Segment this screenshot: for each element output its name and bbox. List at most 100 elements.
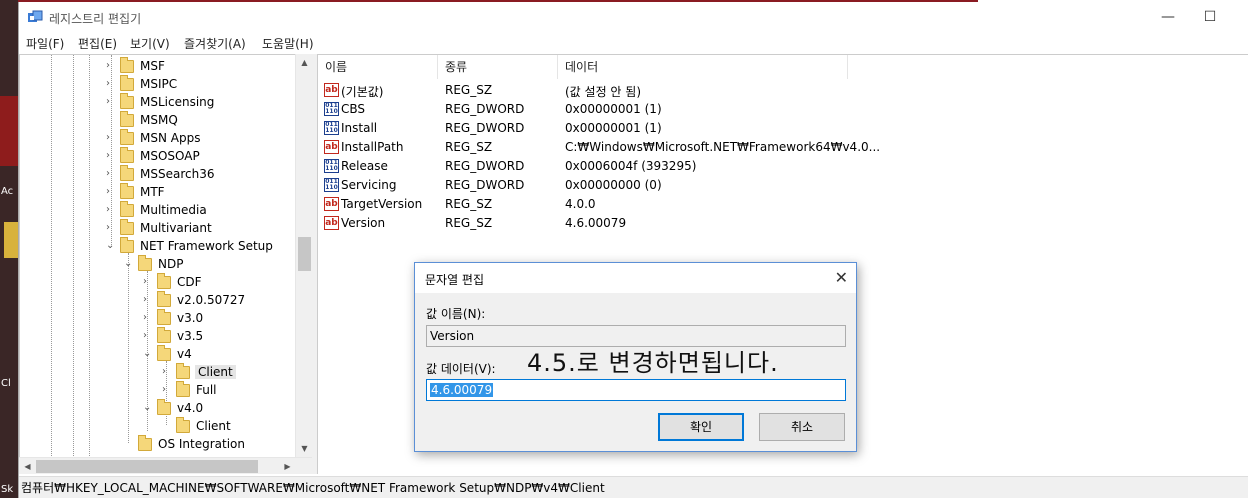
list-row[interactable]: 011 110 Release REG_DWORD 0x0006004f (393295… [318, 157, 858, 176]
tree-item-label[interactable]: MSOSOAP [140, 149, 200, 163]
collapse-icon[interactable]: ⌄ [143, 348, 153, 359]
tree-item-label[interactable]: v3.5 [177, 329, 203, 343]
desktop-label: Cl [1, 378, 11, 389]
scroll-up-arrow-icon[interactable]: ▲ [296, 54, 313, 71]
scroll-thumb[interactable] [298, 237, 311, 271]
expand-icon[interactable]: › [106, 78, 116, 89]
desktop-label: Sk [1, 484, 14, 495]
tree-item-label[interactable]: CDF [177, 275, 202, 289]
tree-item-label[interactable]: Full [196, 383, 217, 397]
value-name: InstallPath [341, 140, 404, 154]
folder-icon [120, 75, 134, 91]
folder-icon [157, 291, 171, 307]
tree-item-label[interactable]: OS Integration [158, 437, 245, 451]
dword-value-icon: 011 110 [324, 121, 339, 135]
ok-button[interactable]: 확인 [658, 413, 744, 441]
menu-file[interactable]: 파일(F) [26, 35, 64, 52]
tree-item-label[interactable]: MSF [140, 59, 165, 73]
minimize-button[interactable]: — [1145, 6, 1191, 28]
desktop-label: Ac [1, 186, 14, 197]
tree-item-label[interactable]: MSIPC [140, 77, 177, 91]
tree-item-label[interactable]: MTF [140, 185, 165, 199]
expand-icon[interactable]: › [143, 294, 153, 305]
value-type: REG_DWORD [445, 121, 525, 135]
expand-icon[interactable]: › [106, 186, 116, 197]
expand-icon[interactable]: › [106, 204, 116, 215]
list-row[interactable]: ab (기본값) REG_SZ (값 설정 안 됨) [318, 81, 858, 100]
tree-item-label[interactable]: v4 [177, 347, 192, 361]
tree-item-label[interactable]: v2.0.50727 [177, 293, 245, 307]
status-bar-path: 컴퓨터₩HKEY_LOCAL_MACHINE₩SOFTWARE₩Microsof… [19, 476, 1248, 498]
dialog-title-bar[interactable]: 문자열 편집 ✕ [415, 263, 856, 293]
dword-value-icon: 011 110 [324, 102, 339, 116]
tree-item-label[interactable]: v3.0 [177, 311, 203, 325]
folder-icon [176, 381, 190, 397]
value-name: (기본값) [341, 85, 384, 99]
tree-item-label[interactable]: MSN Apps [140, 131, 200, 145]
expand-icon[interactable]: › [143, 312, 153, 323]
menu-view[interactable]: 보기(V) [130, 35, 170, 52]
scroll-right-arrow-icon[interactable]: ▶ [279, 458, 296, 475]
expand-icon[interactable]: › [106, 96, 116, 107]
collapse-icon[interactable]: ⌄ [143, 402, 153, 413]
menu-edit[interactable]: 편집(E) [78, 35, 117, 52]
tree-line [51, 55, 52, 457]
value-type: REG_DWORD [445, 102, 525, 116]
collapse-icon[interactable]: ⌄ [106, 240, 116, 251]
column-header-data[interactable]: 데이터 [558, 55, 848, 79]
tree-item-label-selected[interactable]: Client [195, 365, 236, 379]
expand-icon[interactable]: › [106, 60, 116, 71]
tree-item-label[interactable]: v4.0 [177, 401, 203, 415]
folder-icon [120, 183, 134, 199]
expand-icon[interactable]: › [106, 132, 116, 143]
column-header-name[interactable]: 이름 [318, 55, 438, 79]
tree-item-label[interactable]: Multimedia [140, 203, 207, 217]
value-type: REG_SZ [445, 140, 493, 154]
tree-item-label[interactable]: MSSearch36 [140, 167, 214, 181]
value-data-input[interactable]: 4.6.00079 [426, 379, 846, 401]
folder-icon [120, 201, 134, 217]
tree-item-label[interactable]: MSLicensing [140, 95, 214, 109]
tree-item-label[interactable]: MSMQ [140, 113, 178, 127]
expand-icon[interactable]: › [143, 276, 153, 287]
expand-icon[interactable]: › [162, 366, 172, 377]
tree-horizontal-scrollbar[interactable]: ◀ ▶ [19, 457, 312, 474]
menu-favorites[interactable]: 즐겨찾기(A) [184, 35, 246, 52]
scroll-down-arrow-icon[interactable]: ▼ [296, 440, 313, 457]
collapse-icon[interactable]: ⌄ [124, 258, 134, 269]
tree-item-label[interactable]: NDP [158, 257, 183, 271]
value-type: REG_SZ [445, 216, 493, 230]
close-icon[interactable]: ✕ [835, 268, 848, 287]
tree-item-label[interactable]: NET Framework Setup [140, 239, 273, 253]
folder-icon [138, 255, 152, 271]
expand-icon[interactable]: › [106, 168, 116, 179]
scroll-left-arrow-icon[interactable]: ◀ [19, 458, 36, 475]
title-bar[interactable]: 레지스트리 편집기 — ☐ [19, 2, 1248, 32]
list-row[interactable]: ab Version REG_SZ 4.6.00079 [318, 214, 858, 233]
list-row[interactable]: ab TargetVersion REG_SZ 4.0.0 [318, 195, 858, 214]
scroll-thumb[interactable] [36, 460, 258, 473]
list-row[interactable]: 011 110 Servicing REG_DWORD 0x00000000 (0) [318, 176, 858, 195]
tree-item-label[interactable]: Multivariant [140, 221, 212, 235]
value-type: REG_DWORD [445, 178, 525, 192]
value-type: REG_SZ [445, 197, 493, 211]
menu-help[interactable]: 도움말(H) [262, 35, 314, 52]
column-header-type[interactable]: 종류 [438, 55, 558, 79]
tree-item-label[interactable]: Client [196, 419, 231, 433]
value-name: Version [341, 216, 386, 230]
expand-icon[interactable]: › [162, 384, 172, 395]
folder-icon [120, 237, 134, 253]
dword-icon-text: 110 [325, 127, 338, 134]
list-row[interactable]: 011 110 CBS REG_DWORD 0x00000001 (1) [318, 100, 858, 119]
tree-vertical-scrollbar[interactable]: ▲ ▼ [295, 54, 312, 457]
folder-icon [157, 327, 171, 343]
list-row[interactable]: 011 110 Install REG_DWORD 0x00000001 (1) [318, 119, 858, 138]
cancel-button[interactable]: 취소 [759, 413, 845, 441]
expand-icon[interactable]: › [106, 222, 116, 233]
registry-tree[interactable]: › MSF › MSIPC › MSLicensing MSMQ › MSN Apps … [19, 54, 312, 457]
expand-icon[interactable]: › [106, 150, 116, 161]
expand-icon[interactable]: › [143, 330, 153, 341]
folder-icon [157, 273, 171, 289]
maximize-button[interactable]: ☐ [1187, 6, 1233, 28]
list-row[interactable]: ab InstallPath REG_SZ C:₩Windows₩Microsoft.… [318, 138, 880, 157]
